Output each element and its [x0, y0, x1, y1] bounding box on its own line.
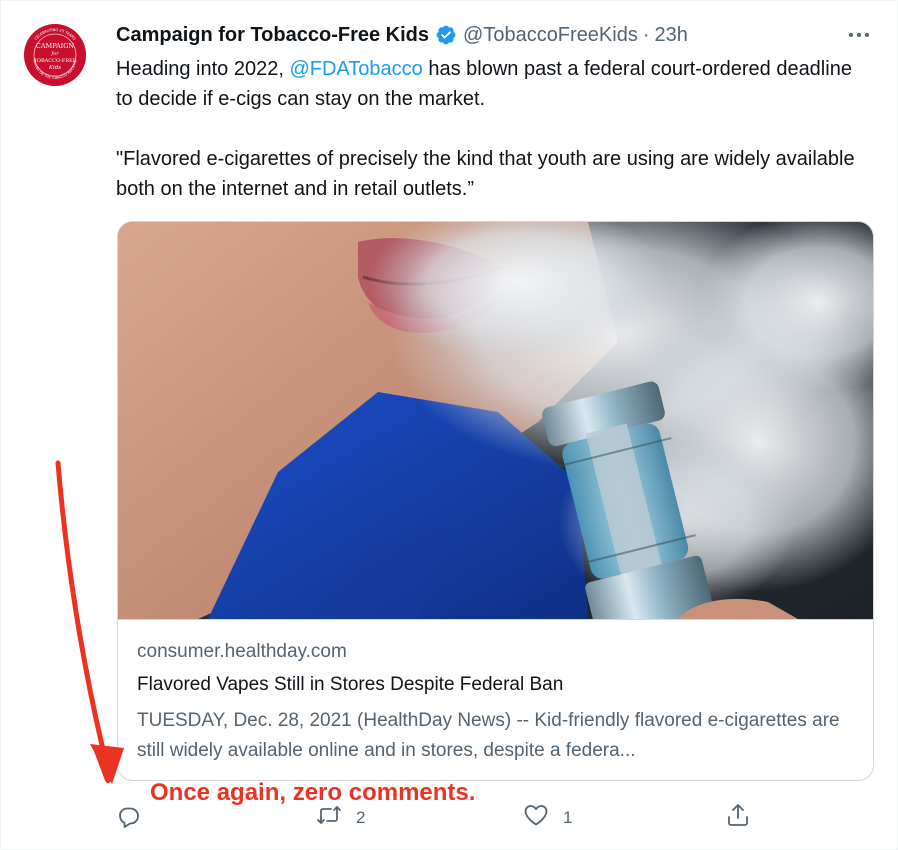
avatar-line4: Kids	[48, 65, 61, 71]
author-handle[interactable]: @TobaccoFreeKids	[463, 21, 638, 49]
card-image[interactable]	[118, 222, 873, 641]
share-icon	[725, 802, 751, 833]
mention-link[interactable]: @FDATobacco	[289, 58, 422, 80]
avatar-line1: CAMPAIGN	[36, 42, 75, 50]
more-options-icon[interactable]	[844, 23, 874, 47]
link-card[interactable]: consumer.healthday.com Flavored Vapes St…	[117, 221, 874, 781]
tweet[interactable]: CAMPAIGN for TOBACCO-FREE Kids CELEBRATI…	[0, 0, 898, 850]
like-button[interactable]: 1	[523, 803, 572, 832]
tweet-header: Campaign for Tobacco-Free Kids @TobaccoF…	[116, 21, 688, 49]
card-domain: consumer.healthday.com	[137, 641, 347, 662]
like-icon	[523, 803, 549, 832]
card-description: TUESDAY, Dec. 28, 2021 (HealthDay News) …	[137, 710, 840, 761]
tweet-quote: "Flavored e-cigarettes of precisely the …	[116, 148, 855, 200]
card-title[interactable]: Flavored Vapes Still in Stores Despite F…	[137, 674, 563, 696]
retweet-icon	[316, 803, 342, 832]
tweet-text-start: Heading into 2022,	[116, 58, 290, 80]
header-separator: ·	[642, 24, 650, 46]
avatar[interactable]: CAMPAIGN for TOBACCO-FREE Kids CELEBRATI…	[24, 24, 86, 86]
like-count: 1	[563, 807, 573, 827]
share-button[interactable]	[725, 802, 751, 833]
avatar-line2: for	[50, 51, 59, 57]
avatar-line3: TOBACCO-FREE	[34, 58, 77, 64]
tweet-paragraph-1: Heading into 2022, @FDATobacco has blown…	[116, 54, 856, 114]
reply-button[interactable]	[117, 805, 155, 834]
annotation-text: Once again, zero comments.	[150, 779, 476, 806]
retweet-count: 2	[356, 807, 366, 827]
retweet-button[interactable]: 2	[316, 803, 365, 832]
author-name[interactable]: Campaign for Tobacco-Free Kids	[116, 21, 429, 49]
tweet-time[interactable]: 23h	[655, 21, 688, 49]
reply-icon	[117, 805, 141, 834]
verified-badge-icon	[435, 24, 457, 46]
tweet-text: Heading into 2022, @FDATobacco has blown…	[116, 54, 856, 204]
